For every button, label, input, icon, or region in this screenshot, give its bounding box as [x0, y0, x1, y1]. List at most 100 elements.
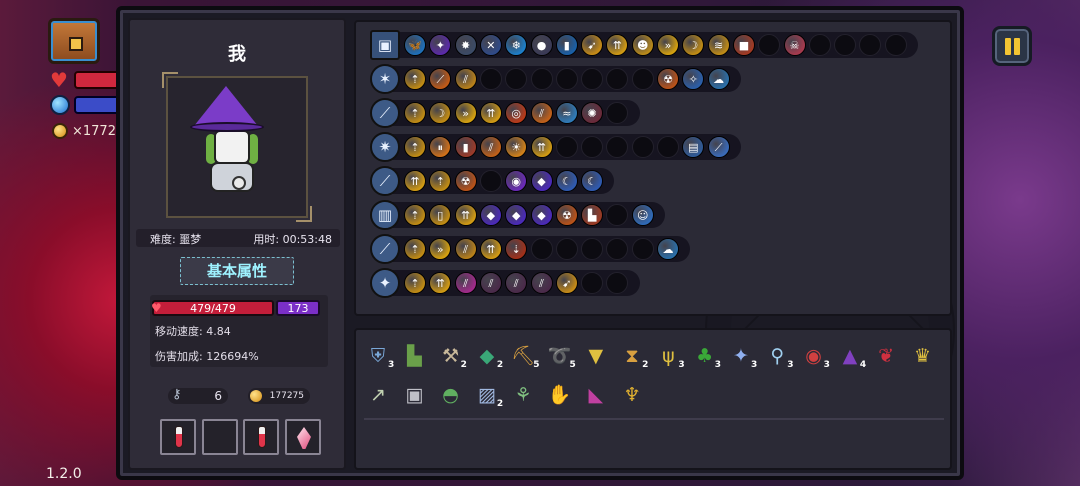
consumable-slot-3[interactable]: [243, 419, 279, 455]
empty-skill-slot[interactable]: [581, 136, 604, 158]
rainbow-wand-icon[interactable]: ⟋: [370, 98, 400, 128]
ufo-icon[interactable]: ◓: [437, 381, 465, 409]
empty-skill-slot[interactable]: [555, 68, 578, 90]
shuriken-icon[interactable]: ✦: [370, 268, 400, 298]
butterfly-icon[interactable]: 🦋: [404, 34, 426, 56]
potion-flask-icon[interactable]: ▼: [582, 342, 610, 370]
empty-skill-slot[interactable]: [530, 68, 553, 90]
item-stack-count: 4: [859, 360, 867, 370]
dark-claw-icon[interactable]: ⫽: [530, 272, 553, 294]
feather-icon[interactable]: ⚘: [509, 381, 537, 409]
empty-skill-slot[interactable]: [834, 34, 857, 56]
gold-up-arrows-icon[interactable]: ⇈: [530, 136, 553, 158]
stat-up-icon[interactable]: ⇡: [404, 102, 426, 124]
wizard-hat-graphic: [194, 86, 258, 126]
purple-diamond-icon[interactable]: ◆: [530, 170, 553, 192]
blue-blade-icon[interactable]: ⟋: [707, 136, 730, 158]
purple-diamond-icon[interactable]: ◆: [530, 204, 553, 226]
empty-skill-slot[interactable]: [555, 136, 578, 158]
stat-up-icon[interactable]: ⇡: [404, 136, 426, 158]
potion-icon[interactable]: ▮: [555, 34, 578, 56]
gold-arrow-burst-icon[interactable]: ➹: [581, 34, 604, 56]
pink-claw-icon[interactable]: ⫽: [454, 272, 477, 294]
spear-icon[interactable]: ↗: [364, 381, 392, 409]
empty-skill-slot[interactable]: [631, 136, 654, 158]
green-boot-icon[interactable]: ▙: [400, 342, 428, 370]
white-star-icon[interactable]: ✸: [454, 34, 477, 56]
blue-crescent-icon[interactable]: ☾: [581, 170, 604, 192]
gold-up-arrows-icon[interactable]: ⇈: [454, 204, 477, 226]
empty-skill-slot[interactable]: [555, 238, 578, 260]
fire-staff-icon[interactable]: ⟋: [370, 166, 400, 196]
rainbow-cape-icon[interactable]: ◣: [582, 381, 610, 409]
double-chevron-icon[interactable]: »: [454, 102, 477, 124]
fire-claw-icon[interactable]: ⫽: [479, 136, 502, 158]
gold-up-arrows-icon[interactable]: ⇈: [404, 170, 426, 192]
red-boot-icon[interactable]: ▙: [581, 204, 604, 226]
empty-skill-slot[interactable]: [479, 170, 502, 192]
stat-up-icon[interactable]: ⇡: [404, 238, 426, 260]
heart-icon: ♥: [151, 301, 162, 315]
gold-claw-icon[interactable]: ⫽: [454, 68, 477, 90]
gold-up-arrows-icon[interactable]: ⇈: [479, 238, 502, 260]
chest-icon[interactable]: ▣: [370, 30, 400, 60]
gold-claw-icon[interactable]: ⫽: [454, 238, 477, 260]
consumable-slot-4[interactable]: [285, 419, 321, 455]
red-potion-icon: [175, 426, 183, 448]
pink-mask-icon[interactable]: ☠: [783, 34, 806, 56]
red-book-icon[interactable]: ■: [732, 34, 755, 56]
empty-skill-slot[interactable]: [631, 68, 654, 90]
heart-icon: ♥: [50, 68, 68, 92]
red-gear-icon[interactable]: ✺: [581, 102, 604, 124]
empty-skill-slot[interactable]: [479, 68, 502, 90]
ghost-swirl-icon[interactable]: ☁: [657, 238, 679, 260]
gold-up-arrows-icon[interactable]: ⇈: [479, 102, 502, 124]
radiation-icon[interactable]: ☢: [657, 68, 679, 90]
crystal-staff-icon[interactable]: ✶: [370, 64, 400, 94]
radiation-icon[interactable]: ☢: [555, 204, 578, 226]
crossed-blades-icon[interactable]: ✕: [479, 34, 502, 56]
gold-mask-icon[interactable]: ☻: [631, 34, 654, 56]
blue-crescent-icon[interactable]: ☾: [555, 170, 578, 192]
gold-wind-icon[interactable]: ≋: [707, 34, 730, 56]
gauntlet-icon[interactable]: ▥: [370, 200, 400, 230]
red-jar-icon[interactable]: ▮: [454, 136, 477, 158]
empty-skill-slot[interactable]: [884, 34, 907, 56]
consumable-slot-2[interactable]: [202, 419, 238, 455]
dark-orb-icon[interactable]: ●: [530, 34, 553, 56]
mana-orb-icon: [50, 95, 70, 115]
empty-skill-slot[interactable]: [581, 272, 604, 294]
empty-skill-slot[interactable]: [530, 238, 553, 260]
gold-arrow-burst-icon[interactable]: ➹: [555, 272, 578, 294]
empty-skill-slot[interactable]: [581, 238, 604, 260]
blue-ghost-icon[interactable]: ☺: [631, 204, 654, 226]
basic-attributes-button[interactable]: 基本属性: [180, 257, 294, 285]
dark-claw-icon[interactable]: ⫽: [479, 272, 502, 294]
stat-up-icon[interactable]: ⇡: [404, 204, 426, 226]
armor-icon[interactable]: ▣: [400, 381, 428, 409]
golden-gauntlet-icon[interactable]: ✋: [546, 381, 574, 409]
stat-up-icon[interactable]: ⇡: [404, 68, 426, 90]
orange-claw-icon[interactable]: ⫽: [530, 102, 553, 124]
stat-up-icon[interactable]: ⇡: [404, 272, 426, 294]
star-staff-icon[interactable]: ✷: [370, 132, 400, 162]
double-chevron-icon[interactable]: »: [657, 34, 679, 56]
radiation-icon[interactable]: ☢: [454, 170, 477, 192]
empty-skill-slot[interactable]: [657, 136, 679, 158]
damage-bonus-stat: 伤害加成: 126694%: [155, 350, 259, 363]
empty-skill-slot[interactable]: [581, 68, 604, 90]
golden-chalice-icon[interactable]: ♆: [618, 381, 646, 409]
empty-skill-slot[interactable]: [631, 238, 654, 260]
red-ribbon-icon[interactable]: ❦: [872, 342, 900, 370]
treasure-chest-icon[interactable]: [48, 18, 100, 64]
consumable-slot-1[interactable]: [160, 419, 196, 455]
keys-value: 6: [214, 389, 222, 403]
ghost-swirl-icon[interactable]: ☁: [707, 68, 730, 90]
rainbow-ray-icon[interactable]: ≈: [555, 102, 578, 124]
gold-jaw-icon[interactable]: ♛: [909, 342, 937, 370]
pause-button[interactable]: [992, 26, 1032, 66]
purple-diamond-icon[interactable]: ◆: [479, 204, 502, 226]
empty-skill-slot[interactable]: [808, 34, 831, 56]
elapsed-time-label: 用时: 00:53:48: [253, 233, 332, 246]
blue-sword-icon[interactable]: ⟋: [370, 234, 400, 264]
